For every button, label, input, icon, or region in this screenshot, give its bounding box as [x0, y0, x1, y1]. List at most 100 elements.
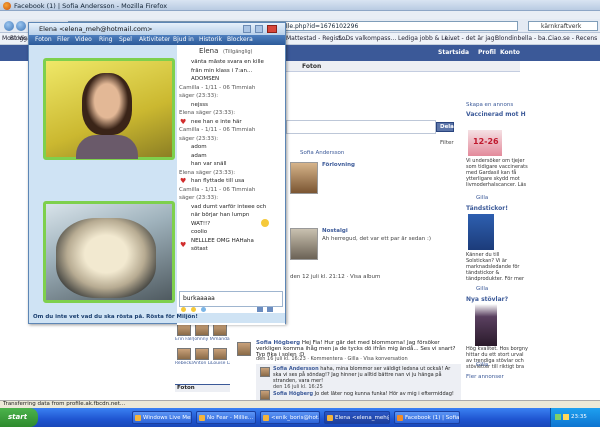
maximize-button[interactable] — [255, 25, 263, 33]
toolbar-games[interactable]: Spel — [119, 36, 132, 43]
ad-boots-like[interactable]: Gilla — [476, 362, 488, 368]
search-input[interactable]: kärnkraftverk — [528, 21, 598, 31]
font-icon[interactable] — [257, 307, 263, 312]
bookmark-item[interactable]: Livet - det är jag! — [445, 35, 497, 42]
friend-photo[interactable] — [177, 348, 191, 360]
ad-vaccine-age-text: 12-26 — [473, 137, 499, 146]
ad-vaccine-image[interactable]: 12-26 — [468, 130, 502, 156]
ad-boots-image[interactable] — [475, 304, 497, 346]
toolbar-history[interactable]: Historik — [199, 36, 222, 43]
ad-vaccine-like[interactable]: Gilla — [476, 195, 488, 201]
chat-message-header: Elena säger (23:33): — [179, 169, 236, 176]
bookmark-item[interactable]: SoDs valkompass... — [338, 35, 396, 42]
message-input-text: burkaaaaa — [183, 295, 215, 302]
friend-photo[interactable] — [213, 324, 227, 336]
ad-boots-title[interactable]: Nya stövlar? — [466, 296, 508, 303]
comment-author[interactable]: Sofia Högberg — [273, 391, 313, 397]
messenger-footer-ad[interactable]: Om du inte vet vad du ska rösta på. Röst… — [33, 314, 283, 320]
window-title-bar: Facebook (1) | Sofia Andersson - Mozilla… — [0, 0, 600, 11]
feed-album-caption: Åh herregud, det var ett par år sedan :) — [322, 236, 431, 242]
friend-name[interactable]: Erin Falner — [175, 337, 193, 342]
ad-tandsticker-title[interactable]: Tändstickor! — [466, 205, 508, 212]
heart-emoticon-icon: ♥ — [180, 241, 187, 249]
taskbar-item[interactable]: Facebook (1) | Sofia... — [394, 411, 460, 424]
taskbar-item[interactable]: No Fear - Millie... — [196, 411, 256, 424]
friend-name[interactable]: Amanda Petersen — [211, 337, 230, 342]
friend-name[interactable]: Anton Linefadt — [193, 361, 211, 366]
nudge-icon[interactable] — [201, 307, 206, 312]
comment: Sofia Andersson haha, mina blommor ser v… — [273, 366, 459, 384]
avatar[interactable] — [260, 390, 270, 400]
account-link[interactable]: Konto — [500, 49, 520, 56]
friend-name[interactable]: Rebecka Lind — [175, 361, 193, 366]
friends-grid: Erin Falner Johnny Ngo Amanda Petersen R… — [175, 324, 230, 382]
back-button[interactable] — [4, 21, 14, 31]
feed-album-title[interactable]: Förlovning — [322, 162, 355, 168]
profile-link[interactable]: Profil — [478, 49, 496, 56]
friend-photo[interactable] — [213, 348, 227, 360]
friend-photo[interactable] — [195, 348, 209, 360]
toolbar-block[interactable]: Blockera — [227, 36, 253, 43]
status-input[interactable] — [286, 120, 436, 134]
chat-message: adom — [191, 144, 207, 150]
toolbar-photos[interactable]: Foton — [35, 36, 52, 43]
taskbar-item-active[interactable]: Elena <elena_meh@... — [324, 411, 390, 424]
message-input[interactable]: burkaaaaa — [179, 291, 283, 307]
start-button[interactable]: start — [0, 408, 38, 427]
toolbar-files[interactable]: Filer — [57, 36, 70, 43]
friend-name[interactable]: Johnny Ngo — [193, 337, 211, 342]
taskbar-item-label: <enik_boris@hot... — [271, 415, 319, 421]
toolbar-video[interactable]: Video — [75, 36, 92, 43]
firefox-menubar — [0, 11, 600, 19]
ad-vaccine-title[interactable]: Vaccinerad mot HPV? — [466, 111, 526, 118]
chat-message-header: Camilla - 1/11 - 06 Timmiah — [179, 84, 256, 91]
feed-album-meta: den 12 juli kl. 21:12 · Visa album — [290, 274, 381, 280]
home-link[interactable]: Startsida — [438, 49, 469, 56]
avatar[interactable] — [237, 342, 251, 356]
contact-face — [82, 73, 132, 135]
taskbar-item[interactable]: <enik_boris@hot... — [260, 411, 320, 424]
photos-box-header: Foton — [175, 384, 230, 392]
bookmark-item[interactable]: Ciao.se - Recens — [548, 35, 600, 42]
friend-photo[interactable] — [177, 324, 191, 336]
chat-message-header: Elena säger (23:33): — [179, 110, 236, 116]
draw-icon[interactable] — [267, 307, 273, 312]
tab-photos[interactable]: Foton — [302, 63, 321, 70]
ad-tandsticker-body: Känner du till Solstickan? Vi är marknad… — [466, 252, 525, 282]
ad-tandsticker-like[interactable]: Gilla — [476, 286, 488, 292]
bookmark-item[interactable]: Blondinbella - ba... — [495, 35, 551, 42]
emoticon-icon[interactable] — [181, 307, 186, 312]
messenger-title-bar[interactable]: Elena <elena_meh@hotmail.com> — [29, 23, 285, 35]
toolbar-activities[interactable]: Aktiviteter — [139, 36, 170, 43]
minimize-button[interactable] — [243, 25, 251, 33]
close-button[interactable] — [267, 25, 277, 33]
feed-profile-name[interactable]: Sofia Andersson — [300, 150, 344, 156]
filter-link[interactable]: Filter — [440, 140, 454, 146]
volume-icon[interactable] — [563, 414, 569, 420]
taskbar-item[interactable]: Windows Live Mess... — [132, 411, 192, 424]
firefox-icon — [3, 2, 11, 10]
app-icon — [199, 415, 205, 421]
chat-message-header: Camilla - 1/11 - 06 Timmiah — [179, 186, 256, 193]
system-tray: 23:35 — [550, 408, 600, 427]
toolbar-invite[interactable]: Bjud in — [173, 36, 194, 43]
feed-album-title[interactable]: Nostalgi — [322, 228, 348, 234]
photos-box-title: Foton — [177, 385, 195, 391]
share-button[interactable]: Dela — [436, 122, 454, 132]
toolbar-call[interactable]: Ring — [99, 36, 112, 43]
wink-icon[interactable] — [191, 307, 196, 312]
contact-status: (Tillgänglig) — [223, 49, 253, 55]
msn-tray-icon[interactable] — [555, 414, 561, 420]
avatar[interactable] — [260, 367, 270, 377]
firefox-icon — [397, 415, 403, 421]
friend-photo[interactable] — [195, 324, 209, 336]
heart-emoticon-icon: ♥ — [180, 118, 187, 126]
create-ad-link[interactable]: Skapa en annons — [466, 102, 513, 108]
friend-name[interactable]: Louise Larsson — [211, 361, 230, 366]
forward-button[interactable] — [16, 21, 26, 31]
ad-tandsticker-image[interactable] — [468, 214, 494, 250]
chat-message-header: Camilla - 1/11 - 06 Timmiah — [179, 127, 256, 133]
chat-message: adam — [191, 152, 207, 159]
chat-message-header: säger (23:33): — [179, 135, 219, 142]
more-ads-link[interactable]: Fler annonser — [466, 374, 504, 380]
